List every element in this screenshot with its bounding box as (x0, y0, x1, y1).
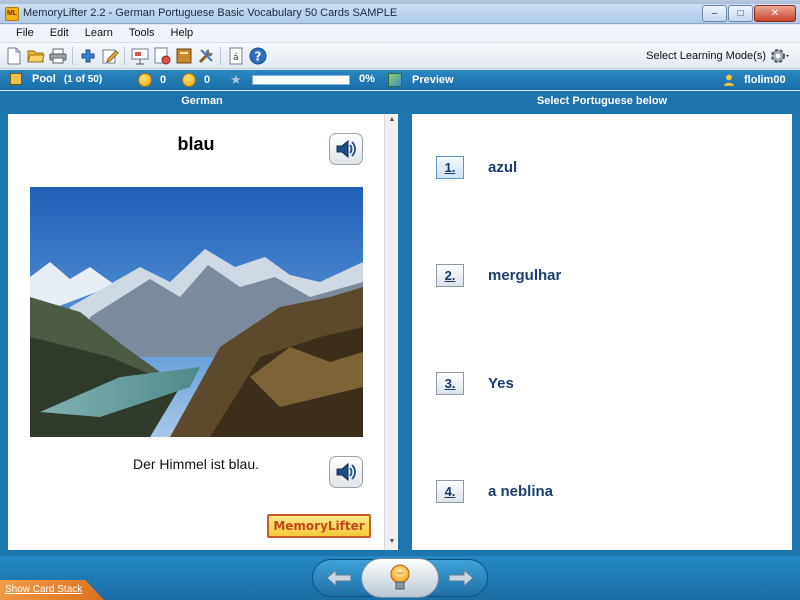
character-map-icon[interactable]: á (226, 46, 245, 65)
help-icon[interactable]: ? (248, 46, 267, 65)
forward-arrow-icon[interactable] (446, 566, 476, 590)
app-icon: ML (5, 7, 19, 21)
close-button[interactable]: ✕ (754, 5, 796, 22)
preview-icon (388, 73, 402, 87)
svg-text:?: ? (254, 49, 261, 63)
new-icon[interactable] (4, 46, 23, 65)
sad-count: 0 (204, 74, 211, 86)
minimize-button[interactable]: – (702, 5, 727, 22)
sentence-audio-button[interactable] (329, 456, 363, 488)
menu-learn[interactable]: Learn (77, 25, 121, 42)
toolbar: á ? Select Learning Mode(s) (0, 43, 800, 69)
pool-count: (1 of 50) (63, 73, 103, 85)
question-sentence: Der Himmel ist blau. (132, 456, 260, 472)
happy-count: 0 (160, 74, 167, 86)
select-learning-mode-label[interactable]: Select Learning Mode(s) (646, 50, 766, 62)
back-arrow-icon[interactable] (324, 566, 354, 590)
print-icon[interactable] (48, 46, 67, 65)
pool-indicator: Pool (1 of 50) (10, 73, 102, 85)
toolbar-separator (124, 46, 125, 65)
happy-face-icon (138, 73, 152, 87)
question-word: blau (177, 134, 215, 154)
answer-text[interactable]: mergulhar (488, 267, 561, 284)
star-icon: ★ (230, 72, 242, 87)
question-card: blau Der Himmel ist blau. MemoryLifter (8, 114, 384, 550)
menu-bar: File Edit Learn Tools Help (0, 25, 800, 43)
pool-icon (10, 73, 22, 85)
progress-bar (252, 75, 350, 85)
pool-label: Pool (32, 73, 56, 85)
add-card-icon[interactable] (78, 46, 97, 65)
question-scrollbar[interactable]: ▲ ▼ (384, 114, 398, 550)
window-title: MemoryLifter 2.2 - German Portuguese Bas… (23, 7, 398, 19)
menu-help[interactable]: Help (163, 25, 202, 42)
answer-option[interactable]: 4. a neblina (436, 480, 553, 503)
menu-tools[interactable]: Tools (121, 25, 163, 42)
title-bar: ML MemoryLifter 2.2 - German Portuguese … (0, 4, 800, 24)
status-bar: Pool (1 of 50) 0 0 ★ 0% Preview flolim00 (0, 70, 800, 90)
answer-option[interactable]: 2. mergulhar (436, 264, 561, 287)
user-icon (724, 74, 734, 86)
maximize-button[interactable]: □ (728, 5, 753, 22)
answer-text[interactable]: Yes (488, 375, 514, 392)
user-name: flolim00 (744, 74, 786, 86)
answer-number-button[interactable]: 1. (436, 156, 464, 179)
question-image (30, 187, 363, 437)
speaker-icon (336, 462, 356, 482)
menu-edit[interactable]: Edit (42, 25, 77, 42)
lightbulb-icon (390, 564, 410, 590)
answer-number-button[interactable]: 3. (436, 372, 464, 395)
progress-label: 0% (359, 73, 375, 85)
scroll-down-icon[interactable]: ▼ (387, 538, 397, 548)
answer-number-button[interactable]: 2. (436, 264, 464, 287)
question-column-header: German (0, 91, 404, 111)
word-audio-button[interactable] (329, 133, 363, 165)
book-icon[interactable] (174, 46, 193, 65)
happy-counter: 0 (138, 73, 166, 87)
user-indicator: flolim00 (724, 73, 786, 87)
sad-counter: 0 (182, 73, 210, 87)
toolbar-separator (220, 46, 221, 65)
answer-text[interactable]: azul (488, 159, 517, 176)
scroll-up-icon[interactable]: ▲ (387, 116, 397, 126)
preview-toggle[interactable]: Preview (388, 73, 454, 87)
memorylifter-logo: MemoryLifter (267, 514, 371, 538)
learning-mode-gear-icon[interactable] (770, 47, 792, 65)
window-controls: – □ ✕ (702, 5, 796, 22)
speaker-icon (336, 139, 356, 159)
print-cards-icon[interactable] (152, 46, 171, 65)
slideshow-icon[interactable] (130, 46, 149, 65)
toolbar-separator (72, 46, 73, 65)
svg-text:á: á (233, 53, 239, 63)
edit-icon[interactable] (100, 46, 119, 65)
sad-face-icon (182, 73, 196, 87)
answer-text[interactable]: a neblina (488, 483, 553, 500)
toolbar-icons: á ? (4, 46, 267, 65)
preview-label: Preview (412, 74, 454, 86)
hint-lightbulb-button[interactable] (361, 558, 439, 598)
open-icon[interactable] (26, 46, 45, 65)
tools-icon[interactable] (196, 46, 215, 65)
answer-option[interactable]: 1. azul (436, 156, 517, 179)
answer-number-button[interactable]: 4. (436, 480, 464, 503)
menu-file[interactable]: File (8, 25, 42, 42)
answers-panel: 1. azul 2. mergulhar 3. Yes 4. a neblina (412, 114, 792, 550)
answer-option[interactable]: 3. Yes (436, 372, 514, 395)
show-card-stack-link[interactable]: Show Card Stack (5, 584, 82, 595)
answer-column-header: Select Portuguese below (404, 91, 800, 111)
